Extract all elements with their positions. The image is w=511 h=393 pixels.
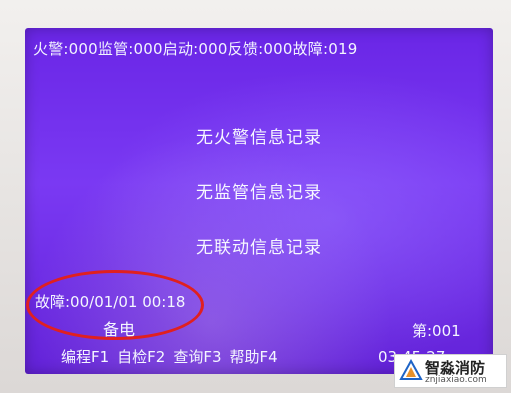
help-f4-key[interactable]: 帮助F4	[230, 346, 278, 367]
function-key-bar: 编程F1 自检F2 查询F3 帮助F4	[61, 346, 278, 367]
program-f1-key[interactable]: 编程F1	[61, 346, 109, 367]
red-annotation-ellipse	[26, 270, 204, 340]
record-line-supervision: 无监管信息记录	[196, 183, 322, 203]
flame-logo-icon	[399, 359, 423, 380]
query-f3-key[interactable]: 查询F3	[173, 346, 221, 367]
record-line-fire: 无火警信息记录	[196, 128, 322, 148]
watermark-logo: 智淼消防 znjiaxiao.com	[394, 354, 507, 388]
supervision-count: 监管:000	[97, 40, 163, 58]
watermark-url: znjiaxiao.com	[425, 375, 487, 385]
feedback-count: 反馈:000	[227, 40, 293, 58]
status-bar: 火警:000监管:000启动:000反馈:000故障:019	[33, 38, 493, 59]
page-indicator: 第:001	[412, 322, 461, 340]
record-line-linkage: 无联动信息记录	[196, 238, 322, 258]
fire-alarm-count: 火警:000	[33, 40, 98, 58]
startup-count: 启动:000	[162, 40, 228, 58]
selftest-f2-key[interactable]: 自检F2	[117, 346, 165, 367]
fault-count: 故障:019	[292, 40, 358, 58]
